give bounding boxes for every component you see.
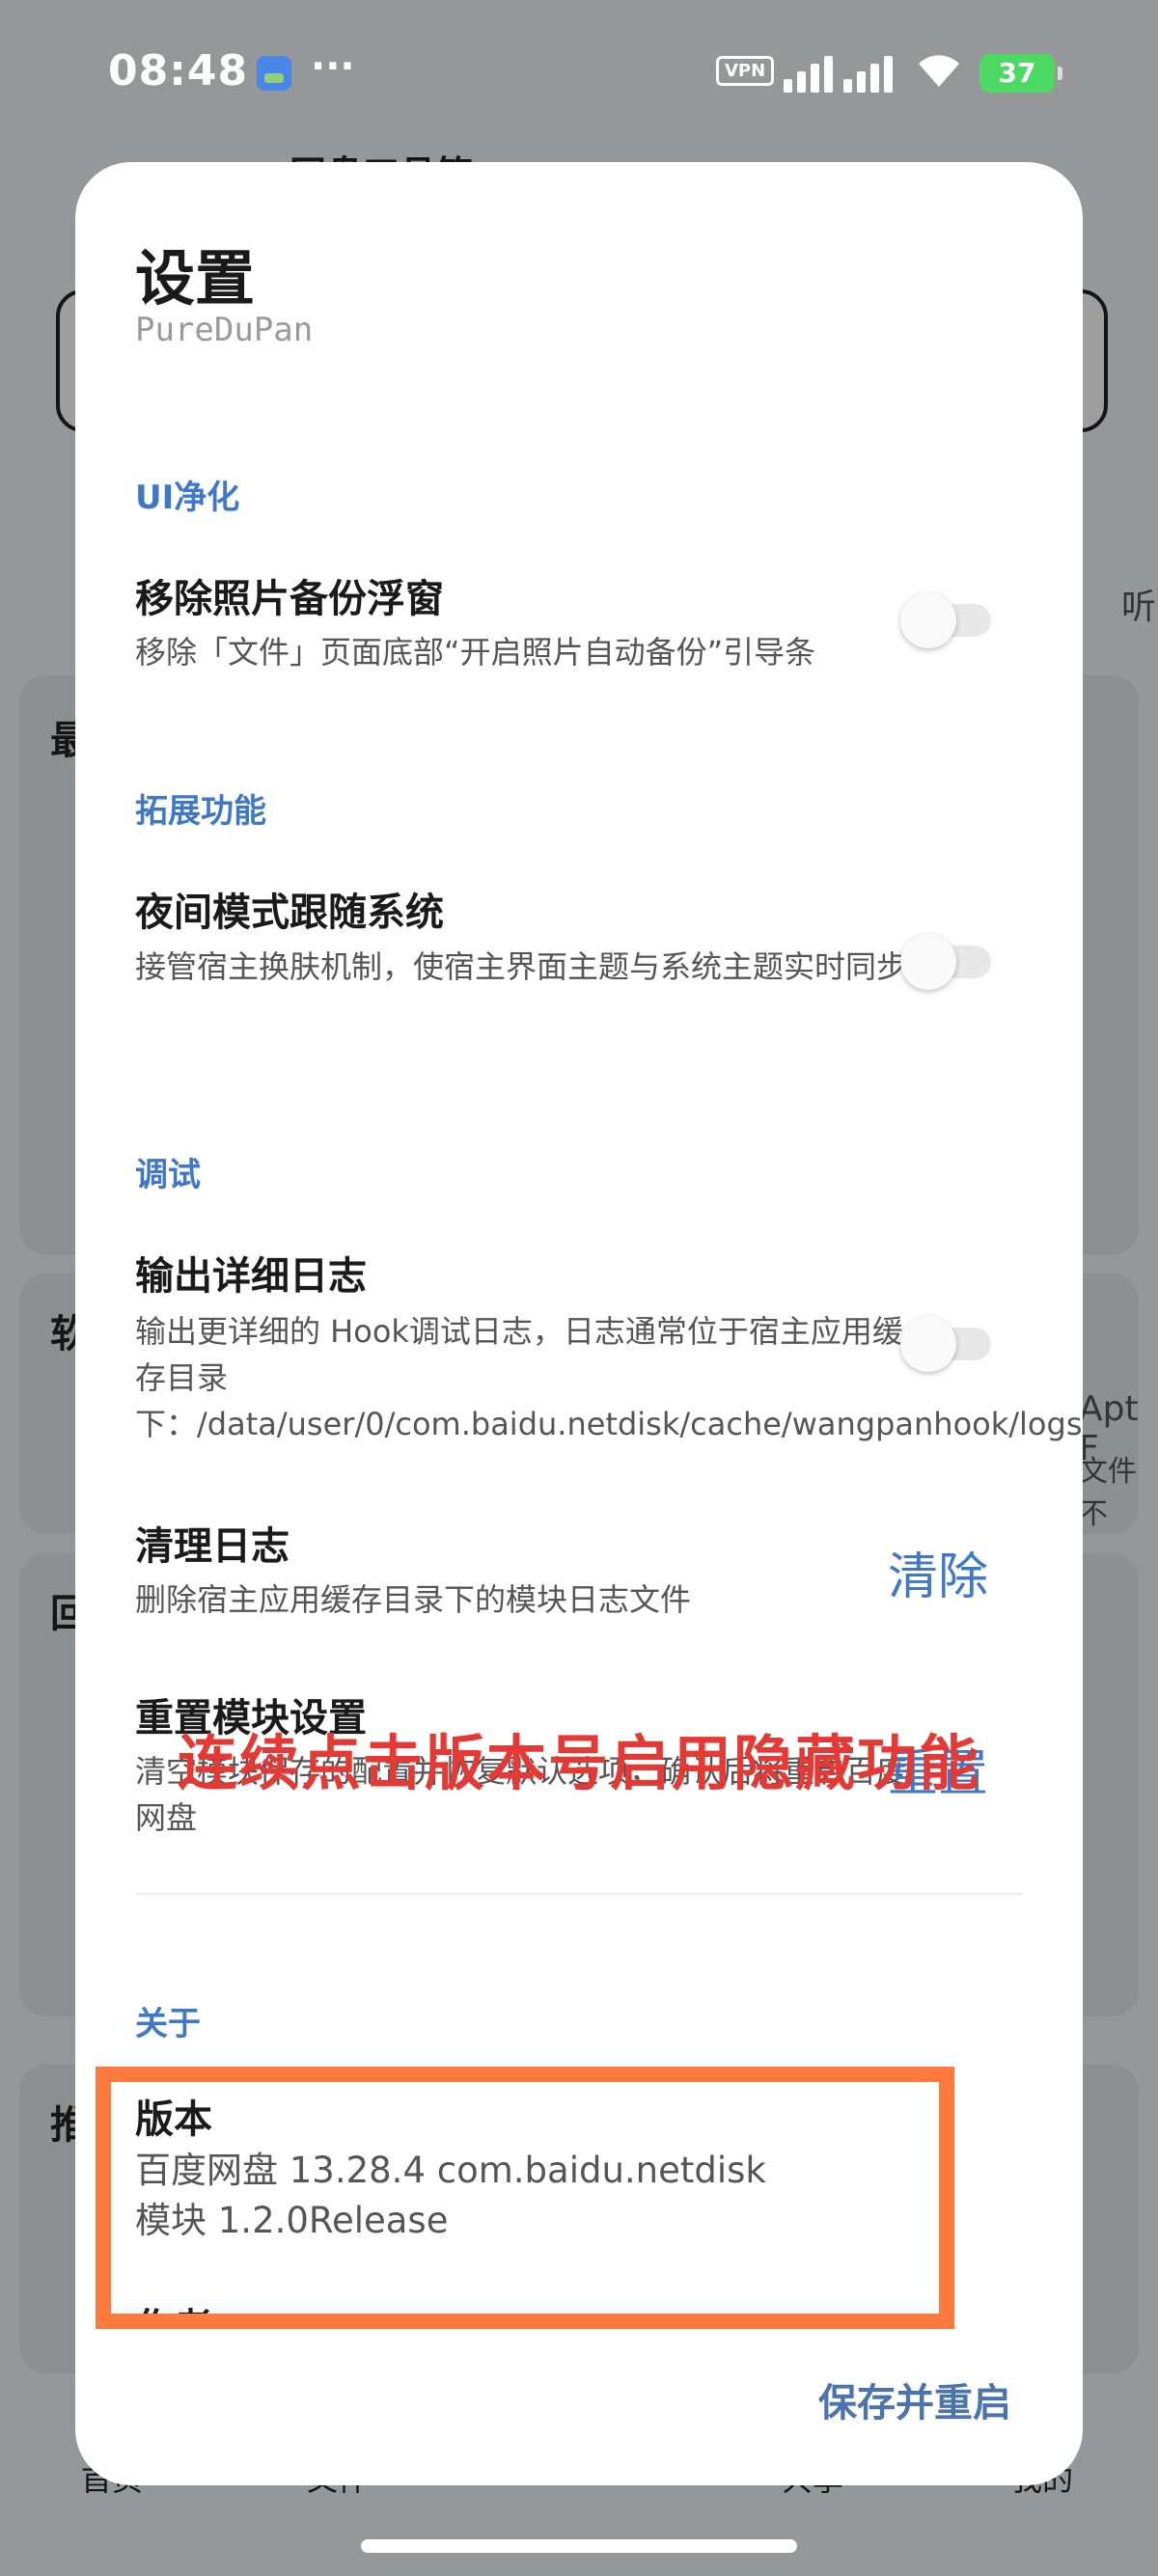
- section-ui-cleanup: UI净化: [135, 479, 240, 517]
- version-highlight-box: [96, 2067, 954, 2329]
- verbose-log-desc: 输出更详细的 Hook调试日志，日志通常位于宿主应用缓存目录下：/data/us…: [135, 1313, 1083, 1442]
- dialog-subtitle: PureDuPan: [135, 311, 314, 349]
- clear-log-desc: 删除宿主应用缓存目录下的模块日志文件: [135, 1581, 692, 1618]
- clear-log-title: 清理日志: [135, 1524, 290, 1569]
- battery-icon: 37: [979, 54, 1062, 93]
- annotation-hint: 连续点击版本号启用隐藏功能: [177, 1728, 980, 1798]
- remove-float-desc: 移除「文件」页面底部“开启照片自动备份”引导条: [135, 634, 816, 671]
- status-bar: 08:48 ··· VPN 37: [0, 0, 1158, 145]
- remove-float-title: 移除照片备份浮窗: [135, 577, 444, 621]
- wifi-icon: [915, 50, 963, 98]
- night-mode-desc: 接管宿主换肤机制，使宿主界面主题与系统主题实时同步: [135, 948, 908, 985]
- signal-icon: [784, 54, 893, 93]
- about-divider: [135, 1893, 1023, 1895]
- section-extensions: 拓展功能: [135, 792, 266, 831]
- dialog-title: 设置: [135, 243, 256, 314]
- gallery-notification-icon: [257, 56, 291, 91]
- verbose-log-toggle[interactable]: [900, 1316, 991, 1372]
- home-indicator[interactable]: [361, 2539, 797, 2553]
- more-notifications-icon: ···: [311, 44, 355, 89]
- verbose-log-title: 输出详细日志: [135, 1254, 367, 1299]
- section-about: 关于: [135, 2005, 201, 2043]
- night-mode-title: 夜间模式跟随系统: [135, 891, 444, 935]
- section-debug: 调试: [135, 1156, 201, 1194]
- vpn-icon: VPN: [716, 56, 775, 86]
- remove-float-toggle[interactable]: [900, 592, 991, 648]
- night-mode-toggle[interactable]: [900, 934, 991, 990]
- save-restart-button[interactable]: 保存并重启: [818, 2371, 1011, 2427]
- clear-log-button[interactable]: 清除: [888, 1536, 988, 1608]
- status-time: 08:48: [108, 46, 249, 96]
